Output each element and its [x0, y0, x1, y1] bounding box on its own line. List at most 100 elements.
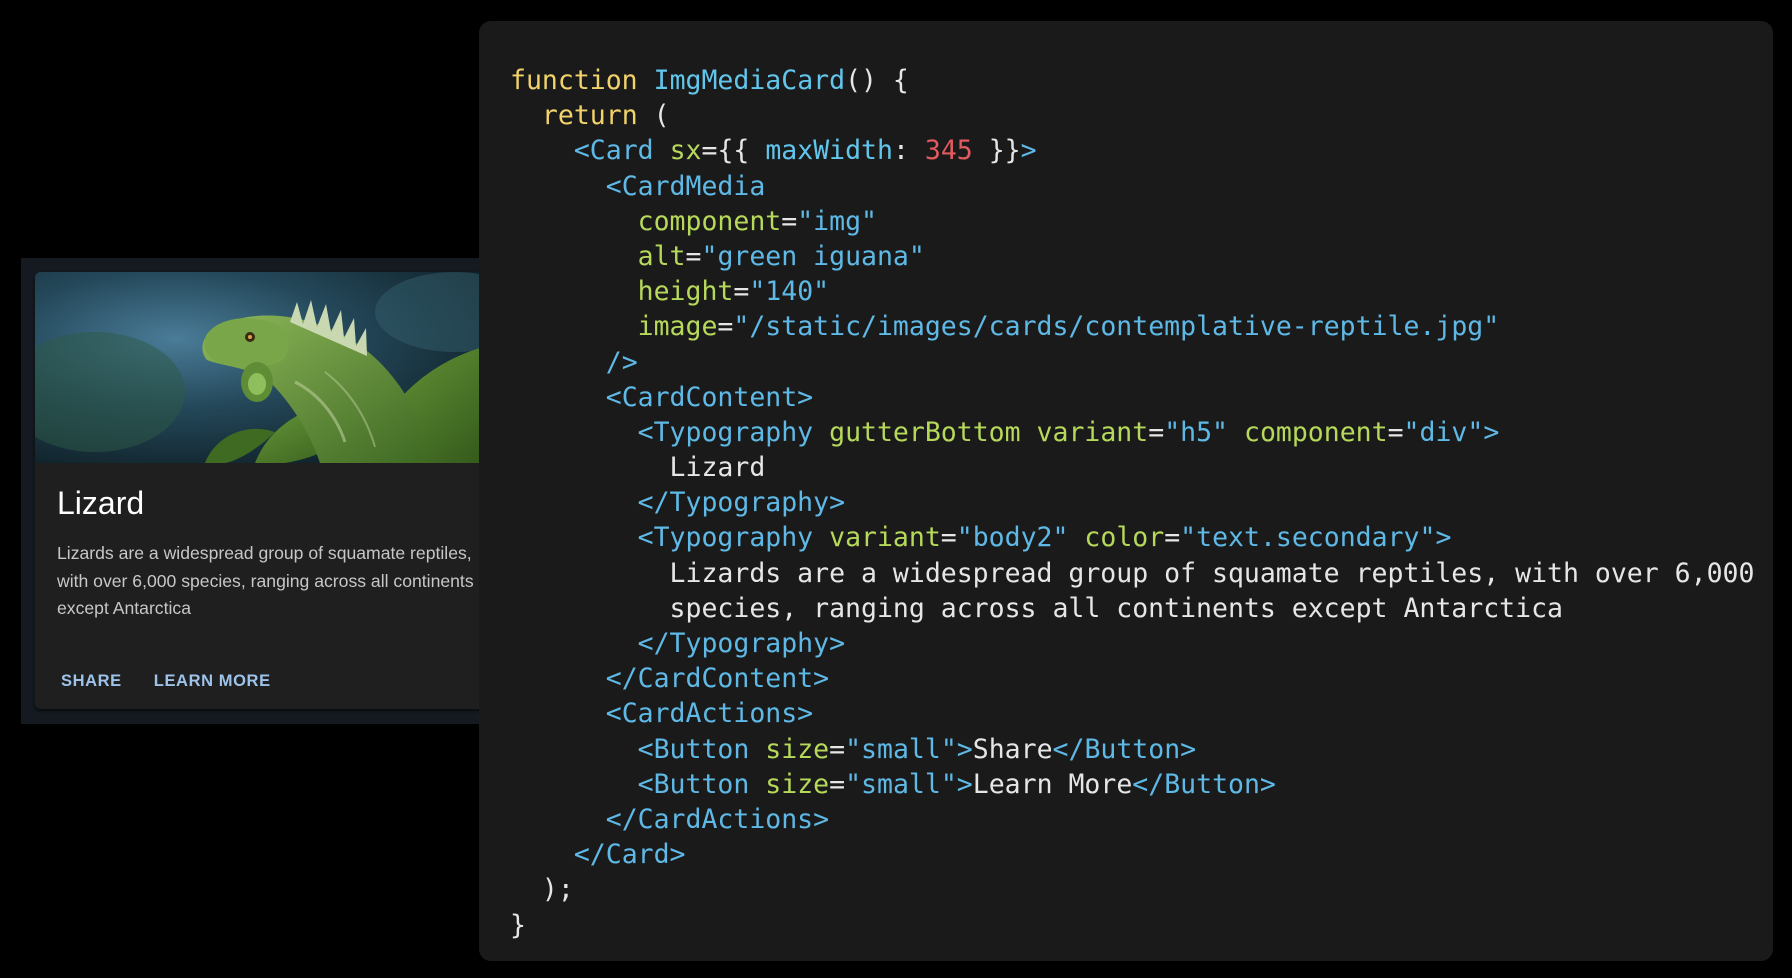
code-token: ={{	[701, 135, 766, 167]
demo-preview-frame: Lizard Lizards are a widespread group of…	[21, 258, 523, 724]
code-token: }	[510, 909, 526, 941]
code-line: <Button size="small">Share</Button>	[510, 732, 1754, 767]
code-line: </Card>	[510, 837, 1754, 872]
code-token: species, ranging across all continents e…	[510, 592, 1563, 624]
code-line: <Button size="small">Learn More</Button>	[510, 767, 1754, 802]
code-token: <CardContent>	[605, 381, 814, 413]
code-token: ImgMediaCard	[653, 65, 846, 96]
code-token: "small"	[845, 768, 957, 800]
code-line: <CardContent>	[510, 380, 1754, 415]
code-line: alt="green iguana"	[510, 239, 1754, 274]
code-token: =	[717, 311, 734, 343]
code-token: >	[956, 768, 973, 800]
code-token: Learn More	[972, 768, 1133, 800]
code-line: </Typography>	[510, 485, 1754, 520]
card-description: Lizards are a widespread group of squama…	[57, 543, 474, 618]
code-token: component	[1243, 416, 1388, 448]
iguana-illustration	[35, 272, 505, 463]
code-token: height	[637, 276, 734, 308]
code-token: <Button	[637, 768, 750, 800]
code-token: <Typography	[637, 522, 814, 554]
code-line: />	[510, 345, 1754, 380]
code-token: <CardActions>	[605, 698, 814, 730]
code-token: return	[541, 100, 638, 132]
code-token: Share	[972, 733, 1053, 765]
code-token: =	[733, 276, 750, 308]
code-token: Lizard	[510, 452, 766, 484]
code-token: <Typography	[637, 416, 814, 448]
code-token: variant	[829, 522, 941, 554]
code-token: =	[1387, 416, 1404, 448]
code-token: "body2"	[956, 522, 1069, 554]
code-token: >	[956, 733, 973, 765]
code-token: () {	[845, 65, 909, 96]
code-token: <CardMedia	[605, 170, 766, 202]
code-line: </Typography>	[510, 626, 1754, 661]
code-token: </CardActions>	[605, 803, 830, 835]
code-token: "div"	[1403, 416, 1484, 448]
code-token: "text.secondary"	[1180, 522, 1436, 554]
code-token: (	[637, 100, 670, 132]
code-token: function	[510, 65, 638, 96]
code-panel: function ImgMediaCard() { return ( <Card…	[479, 21, 1773, 961]
media-card: Lizard Lizards are a widespread group of…	[35, 272, 505, 709]
share-button[interactable]: Share	[49, 666, 134, 697]
code-token: "140"	[749, 276, 830, 308]
code-token: "small"	[845, 733, 957, 765]
code-token: =	[829, 733, 846, 765]
code-token: "/static/images/cards/contemplative-rept…	[733, 311, 1500, 343]
code-token: "green iguana"	[701, 240, 925, 272]
code-token: </Button>	[1052, 733, 1197, 765]
code-token: =	[685, 240, 702, 272]
code-token: alt	[637, 240, 686, 272]
code-token: >	[1483, 416, 1500, 448]
code-line: Lizards are a widespread group of squama…	[510, 556, 1755, 591]
code-token: "img"	[797, 205, 877, 237]
code-token: >	[1020, 135, 1037, 167]
card-actions: Share Learn More	[49, 666, 291, 697]
learn-more-button[interactable]: Learn More	[142, 666, 283, 697]
code-token: );	[510, 874, 574, 906]
code-line: return (	[510, 98, 1754, 133]
code-token: 345	[924, 135, 973, 167]
code-token: :	[892, 135, 925, 167]
code-line: </CardContent>	[510, 661, 1754, 696]
code-block: function ImgMediaCard() { return ( <Card…	[510, 63, 1754, 943]
code-line: <Typography gutterBottom variant="h5" co…	[510, 415, 1754, 450]
code-token: gutterBottom	[829, 416, 1021, 448]
code-line: height="140"	[510, 274, 1754, 309]
card-media-image	[35, 272, 505, 463]
code-token: }}	[972, 135, 1021, 167]
code-token: </CardContent>	[605, 663, 830, 695]
code-line: <Typography variant="body2" color="text.…	[510, 520, 1754, 555]
code-token: size	[765, 733, 830, 765]
code-token: =	[1164, 522, 1181, 554]
code-token: "h5"	[1164, 416, 1229, 448]
code-token: <Button	[637, 733, 750, 765]
code-token: component	[637, 205, 782, 237]
code-token: color	[1084, 522, 1165, 554]
